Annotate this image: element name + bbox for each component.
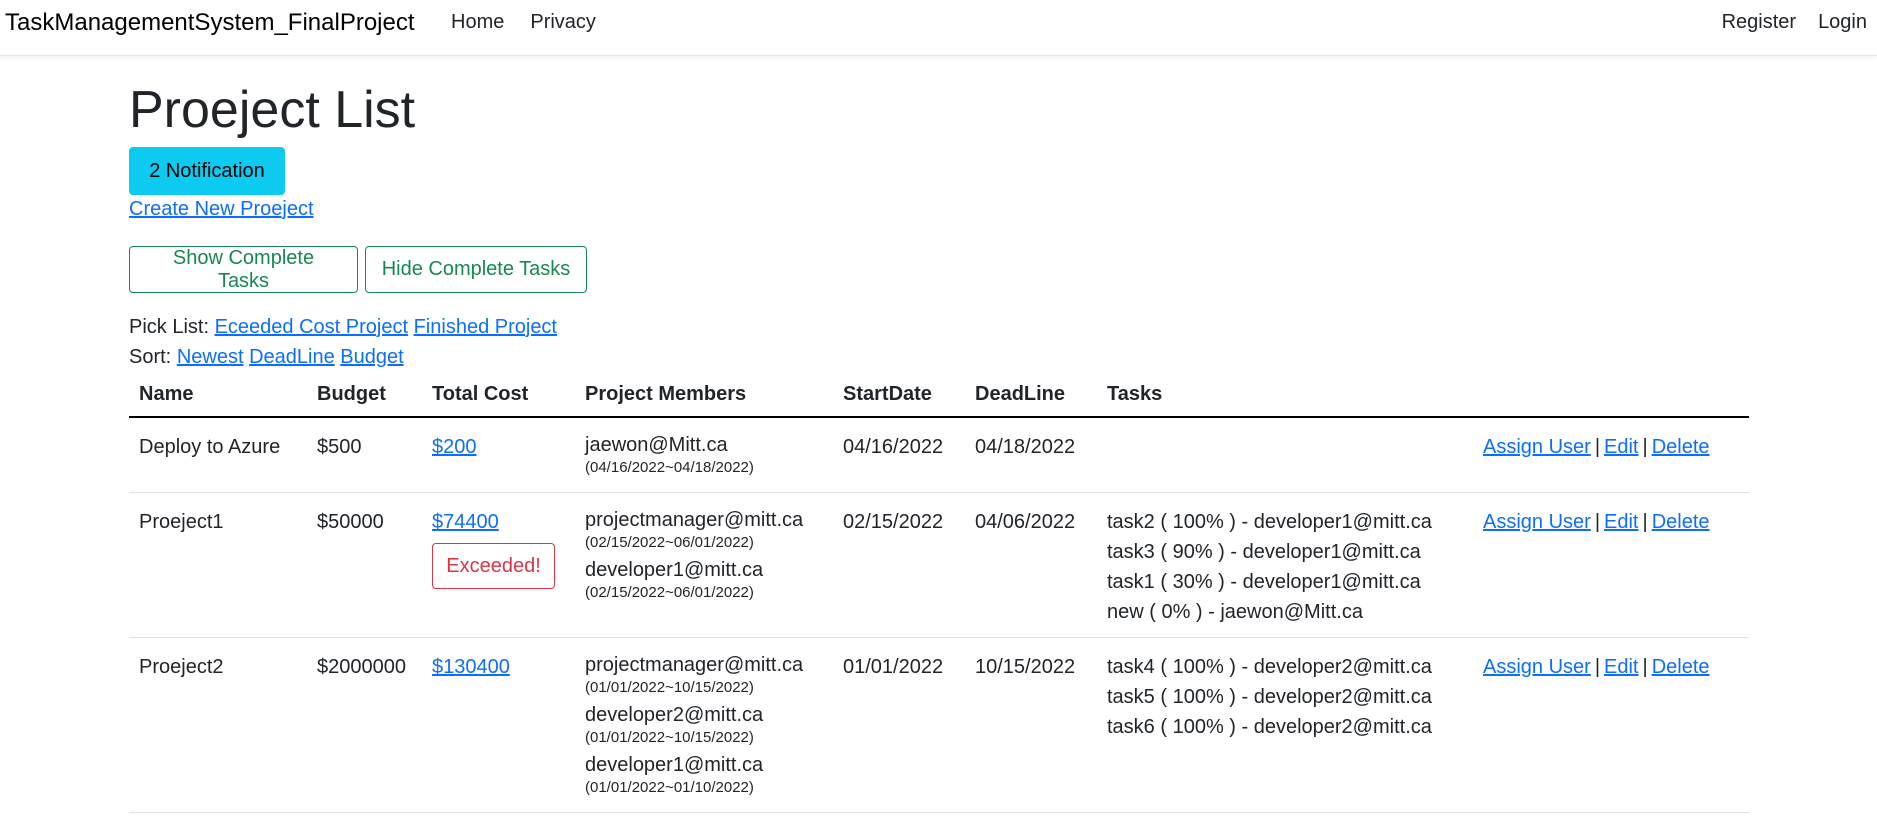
project-members-cell: jaewon@Mitt.ca (04/16/2022~04/18/2022) <box>575 417 833 493</box>
header-deadline: DeadLine <box>965 374 1097 418</box>
brand-link[interactable]: TaskManagementSystem_FinalProject <box>5 9 415 37</box>
project-total-cost-cell: $200 <box>422 417 575 493</box>
header-tasks: Tasks <box>1097 374 1473 418</box>
assign-user-link[interactable]: Assign User <box>1483 656 1591 678</box>
project-total-cost-cell: $130400 <box>422 637 575 813</box>
project-table-wrapper: Name Budget Total Cost Project Members S… <box>129 374 1749 813</box>
nav-right-links: Register Login <box>1722 11 1867 34</box>
project-start-date: 04/16/2022 <box>833 417 965 493</box>
project-budget: $500 <box>307 417 422 493</box>
project-tasks-cell: task2 ( 100% ) - developer1@mitt.ca task… <box>1097 492 1473 638</box>
delete-link[interactable]: Delete <box>1652 511 1710 533</box>
sort-row: Sort: Newest DeadLine Budget <box>129 346 404 369</box>
edit-link[interactable]: Edit <box>1604 436 1638 458</box>
hide-complete-tasks-button[interactable]: Hide Complete Tasks <box>365 246 587 293</box>
project-tasks-cell <box>1097 417 1473 493</box>
header-total-cost: Total Cost <box>422 374 575 418</box>
action-separator: | <box>1642 511 1648 533</box>
action-separator: | <box>1642 656 1648 678</box>
project-deadline: 10/15/2022 <box>965 637 1097 813</box>
row-actions: Assign User | Edit | Delete <box>1473 492 1749 638</box>
task-item: task6 ( 100% ) - developer2@mitt.ca <box>1107 716 1432 738</box>
task-item: task1 ( 30% ) - developer1@mitt.ca <box>1107 571 1421 593</box>
header-project-members: Project Members <box>575 374 833 418</box>
exceeded-badge[interactable]: Exceeded! <box>432 543 555 589</box>
pick-list-label: Pick List: <box>129 316 210 338</box>
table-row: Proeject1 $50000 $74400 Exceeded! projec… <box>129 492 1749 638</box>
header-start-date: StartDate <box>833 374 965 418</box>
action-separator: | <box>1594 436 1601 458</box>
project-deadline: 04/18/2022 <box>965 417 1097 493</box>
member-email: jaewon@Mitt.ca <box>585 434 728 456</box>
project-name: Proeject2 <box>129 637 307 813</box>
edit-link[interactable]: Edit <box>1604 656 1638 678</box>
member-email: developer1@mitt.ca <box>585 754 764 776</box>
member-date-range: (02/15/2022~06/01/2022) <box>585 534 754 551</box>
action-separator: | <box>1642 436 1648 458</box>
nav-left-links: Home Privacy <box>451 11 596 34</box>
table-row: Deploy to Azure $500 $200 jaewon@Mitt.ca… <box>129 417 1749 493</box>
sort-budget-link[interactable]: Budget <box>340 346 403 368</box>
total-cost-link[interactable]: $130400 <box>432 656 510 678</box>
show-complete-tasks-button[interactable]: Show Complete Tasks <box>129 246 358 293</box>
action-separator: | <box>1594 656 1601 678</box>
member-email: projectmanager@mitt.ca <box>585 654 804 676</box>
member-email: developer2@mitt.ca <box>585 704 764 726</box>
sort-label: Sort: <box>129 346 172 368</box>
header-actions <box>1473 374 1749 418</box>
edit-link[interactable]: Edit <box>1604 511 1638 533</box>
member-date-range: (01/01/2022~10/15/2022) <box>585 679 754 696</box>
pick-finished-project-link[interactable]: Finished Project <box>414 316 557 338</box>
pick-exceeded-cost-link[interactable]: Eceeded Cost Project <box>215 316 408 338</box>
task-item: task3 ( 90% ) - developer1@mitt.ca <box>1107 541 1421 563</box>
assign-user-link[interactable]: Assign User <box>1483 511 1591 533</box>
project-tasks-cell: task4 ( 100% ) - developer2@mitt.ca task… <box>1097 637 1473 813</box>
project-deadline: 04/06/2022 <box>965 492 1097 638</box>
task-item: new ( 0% ) - jaewon@Mitt.ca <box>1107 601 1363 623</box>
project-start-date: 02/15/2022 <box>833 492 965 638</box>
top-navbar: TaskManagementSystem_FinalProject Home P… <box>0 0 1877 56</box>
notification-button[interactable]: 2 Notification <box>129 147 285 195</box>
action-separator: | <box>1594 511 1601 533</box>
project-members-cell: projectmanager@mitt.ca (02/15/2022~06/01… <box>575 492 833 638</box>
delete-link[interactable]: Delete <box>1652 436 1710 458</box>
member-date-range: (01/01/2022~01/10/2022) <box>585 779 754 796</box>
table-row: Proeject2 $2000000 $130400 projectmanage… <box>129 637 1749 813</box>
total-cost-link[interactable]: $200 <box>432 436 477 458</box>
member-date-range: (04/16/2022~04/18/2022) <box>585 459 754 476</box>
sort-deadline-link[interactable]: DeadLine <box>249 346 335 368</box>
table-header-row: Name Budget Total Cost Project Members S… <box>129 374 1749 418</box>
project-members-cell: projectmanager@mitt.ca (01/01/2022~10/15… <box>575 637 833 813</box>
total-cost-link[interactable]: $74400 <box>432 511 499 533</box>
project-total-cost-cell: $74400 Exceeded! <box>422 492 575 638</box>
member-email: developer1@mitt.ca <box>585 559 764 581</box>
member-date-range: (01/01/2022~10/15/2022) <box>585 729 754 746</box>
member-email: projectmanager@mitt.ca <box>585 509 804 531</box>
create-project-link[interactable]: Create New Proeject <box>129 198 314 221</box>
project-budget: $50000 <box>307 492 422 638</box>
pick-list-row: Pick List: Eceeded Cost Project Finished… <box>129 316 557 339</box>
member-date-range: (02/15/2022~06/01/2022) <box>585 584 754 601</box>
row-actions: Assign User | Edit | Delete <box>1473 417 1749 493</box>
project-budget: $2000000 <box>307 637 422 813</box>
project-table: Name Budget Total Cost Project Members S… <box>129 374 1749 813</box>
project-start-date: 01/01/2022 <box>833 637 965 813</box>
task-item: task2 ( 100% ) - developer1@mitt.ca <box>1107 511 1432 533</box>
nav-privacy-link[interactable]: Privacy <box>530 11 596 34</box>
assign-user-link[interactable]: Assign User <box>1483 436 1591 458</box>
delete-link[interactable]: Delete <box>1652 656 1710 678</box>
nav-home-link[interactable]: Home <box>451 11 504 34</box>
nav-login-link[interactable]: Login <box>1818 11 1867 34</box>
nav-register-link[interactable]: Register <box>1722 11 1796 34</box>
project-name: Proeject1 <box>129 492 307 638</box>
header-budget: Budget <box>307 374 422 418</box>
row-actions: Assign User | Edit | Delete <box>1473 637 1749 813</box>
page-title: Proeject List <box>129 81 416 139</box>
project-name: Deploy to Azure <box>129 417 307 493</box>
header-name: Name <box>129 374 307 418</box>
task-item: task4 ( 100% ) - developer2@mitt.ca <box>1107 656 1432 678</box>
task-item: task5 ( 100% ) - developer2@mitt.ca <box>1107 686 1432 708</box>
sort-newest-link[interactable]: Newest <box>177 346 244 368</box>
